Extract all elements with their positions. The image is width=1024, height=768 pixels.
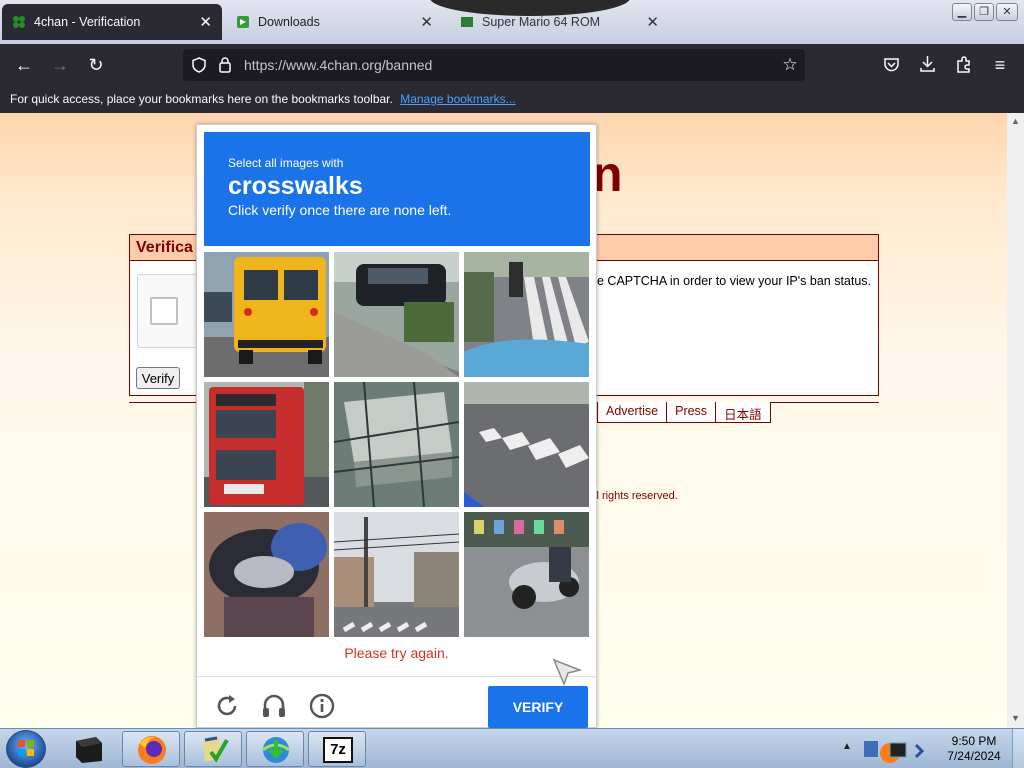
- taskbar-download-manager[interactable]: [246, 731, 304, 767]
- taskbar-terminal[interactable]: [60, 731, 118, 767]
- system-tray: ▲: [838, 729, 938, 768]
- captcha-instruction-small: Select all images with: [228, 156, 344, 170]
- checklist-icon: [203, 736, 229, 763]
- captcha-tile-city-street[interactable]: [334, 512, 459, 637]
- captcha-instruction-sub: Click verify once there are none left.: [228, 202, 452, 218]
- lock-icon[interactable]: [218, 56, 232, 73]
- captcha-footer: VERIFY: [197, 676, 596, 728]
- restore-icon[interactable]: ❐: [974, 3, 994, 21]
- close-tab-icon[interactable]: ✕: [199, 13, 212, 31]
- tab-super-mario-rom[interactable]: Super Mario 64 ROM ✕: [452, 4, 667, 40]
- info-icon[interactable]: [309, 693, 335, 719]
- captcha-instructions: Select all images with crosswalks Click …: [204, 132, 590, 246]
- tab-title: 4chan - Verification: [34, 15, 141, 29]
- address-bar[interactable]: https://www.4chan.org/banned ☆: [183, 49, 805, 81]
- captcha-tile-cyclist-crosswalk[interactable]: [464, 252, 589, 377]
- 4chan-clover-icon: [13, 16, 25, 28]
- start-button-windows-icon[interactable]: [6, 730, 46, 768]
- recaptcha-challenge-dialog: Select all images with crosswalks Click …: [196, 124, 597, 728]
- close-tab-icon[interactable]: ✕: [420, 13, 433, 31]
- rom-site-icon: [461, 17, 473, 27]
- taskbar-checklist-app[interactable]: [184, 731, 242, 767]
- taskbar-firefox[interactable]: [122, 731, 180, 767]
- captcha-tile-parked-car[interactable]: [334, 252, 459, 377]
- captcha-tile-building[interactable]: [334, 382, 459, 507]
- ban-status-message: e CAPTCHA in order to view your IP's ban…: [597, 274, 872, 288]
- taskbar-clock[interactable]: 9:50 PM 7/24/2024: [938, 734, 1010, 764]
- show-desktop-button[interactable]: [1012, 729, 1024, 768]
- tray-expand-icon[interactable]: ▲: [842, 741, 852, 752]
- reload-challenge-icon[interactable]: [214, 693, 240, 719]
- captcha-error-message: Please try again.: [344, 645, 449, 661]
- manage-bookmarks-link[interactable]: Manage bookmarks...: [400, 92, 515, 106]
- verify-button[interactable]: Verify: [136, 367, 180, 389]
- mouse-pointer-icon: [552, 658, 582, 686]
- pocket-icon[interactable]: [883, 57, 900, 73]
- bookmarks-message: For quick access, place your bookmarks h…: [10, 92, 393, 106]
- captcha-tile-motorcycle[interactable]: [204, 512, 329, 637]
- taskbar-7zip[interactable]: 7z: [308, 731, 366, 767]
- clock-date: 7/24/2024: [947, 749, 1001, 763]
- bookmark-star-icon[interactable]: ☆: [779, 54, 801, 76]
- captcha-tile-crosswalk[interactable]: [464, 382, 589, 507]
- firefox-icon: [138, 736, 166, 764]
- footer-link-japanese[interactable]: 日本語: [715, 402, 771, 423]
- captcha-tile-school-bus[interactable]: [204, 252, 329, 377]
- menu-hamburger-icon[interactable]: ≡: [989, 54, 1011, 76]
- captcha-target-word: crosswalks: [228, 172, 363, 200]
- download-icon[interactable]: [919, 55, 936, 73]
- tab-title: Downloads: [258, 15, 320, 29]
- captcha-verify-button[interactable]: VERIFY: [488, 686, 588, 728]
- tray-icons[interactable]: [860, 735, 930, 765]
- captcha-image-grid: [204, 252, 590, 638]
- clock-time: 9:50 PM: [951, 734, 997, 748]
- taskbar: 7z ▲ 9:50 PM 7/24/2024: [0, 728, 1024, 768]
- minimize-icon[interactable]: ▁: [952, 3, 972, 21]
- page-scrollbar[interactable]: ▲ ▼: [1007, 113, 1024, 728]
- audio-challenge-icon[interactable]: [261, 693, 287, 719]
- close-tab-icon[interactable]: ✕: [646, 13, 659, 31]
- bookmarks-toolbar: For quick access, place your bookmarks h…: [0, 86, 1024, 113]
- navigation-toolbar: ← → ↻ https://www.4chan.org/banned ☆ ≡: [0, 44, 1024, 86]
- window-controls: ▁ ❐ ✕: [952, 3, 1018, 21]
- footer-link-advertise[interactable]: Advertise: [597, 402, 668, 423]
- tab-downloads[interactable]: Downloads ✕: [228, 4, 443, 40]
- 7zip-icon: 7z: [323, 737, 353, 763]
- tab-4chan-verification[interactable]: 4chan - Verification ✕: [2, 4, 222, 40]
- url-text[interactable]: https://www.4chan.org/banned: [244, 57, 432, 73]
- forward-arrow-icon[interactable]: →: [49, 54, 71, 76]
- scroll-down-icon[interactable]: ▼: [1011, 713, 1020, 723]
- footer-link-press[interactable]: Press: [666, 402, 717, 423]
- internet-download-icon: [262, 737, 290, 763]
- captcha-tile-motorbike-rider[interactable]: [464, 512, 589, 637]
- footer-links: Advertise Press 日本語: [597, 402, 771, 423]
- close-window-icon[interactable]: ✕: [996, 3, 1018, 21]
- back-arrow-icon[interactable]: ←: [13, 54, 35, 76]
- tab-bar: 4chan - Verification ✕ Downloads ✕ Super…: [0, 0, 1024, 44]
- recaptcha-checkbox[interactable]: [150, 297, 178, 325]
- windows-logo-icon: [18, 740, 34, 756]
- captcha-tile-double-decker-bus[interactable]: [204, 382, 329, 507]
- shield-icon[interactable]: [191, 57, 207, 73]
- terminal-icon: [76, 737, 102, 763]
- extensions-puzzle-icon[interactable]: [955, 55, 973, 73]
- copyright-text: ll rights reserved.: [594, 490, 678, 502]
- scroll-up-icon[interactable]: ▲: [1011, 116, 1020, 126]
- downloads-icon: [237, 16, 249, 28]
- tab-title: Super Mario 64 ROM: [482, 15, 601, 29]
- reload-icon[interactable]: ↻: [85, 54, 107, 76]
